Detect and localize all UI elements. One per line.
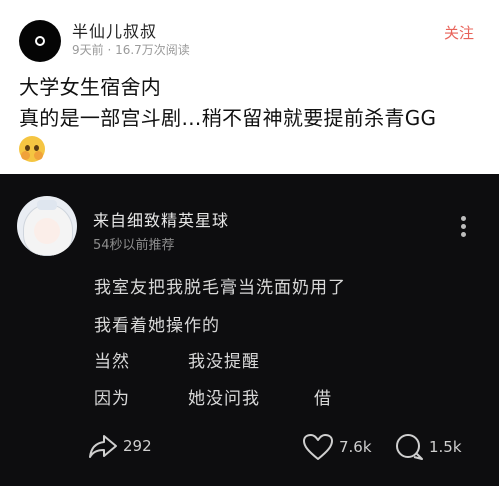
share-icon (89, 435, 117, 458)
comment-segment: 我没提醒 (188, 352, 260, 372)
comment-segment: 当然 (94, 352, 130, 372)
comment-segment: 因为 (94, 389, 130, 409)
heart-icon (303, 434, 333, 460)
comment-line: 我看着她操作的 (94, 316, 220, 336)
comment-meta: 54秒以前推荐 (93, 238, 175, 253)
reply-button[interactable]: 1.5k (394, 433, 462, 461)
like-button[interactable]: 7.6k (302, 433, 372, 461)
post-text: 大学女生宿舍内 真的是一部宫斗剧…稍不留神就要提前杀青GG (19, 72, 489, 134)
share-button[interactable]: 292 (88, 433, 152, 459)
commenter-name[interactable]: 来自细致精英星球 (93, 207, 229, 231)
post-meta: 9天前 · 16.7万次阅读 (72, 43, 190, 57)
more-vertical-icon[interactable] (456, 214, 472, 240)
share-count: 292 (123, 437, 152, 455)
author-name[interactable]: 半仙儿叔叔 (72, 18, 157, 42)
comment-segment: 借 (314, 389, 332, 409)
post-line: 真的是一部宫斗剧…稍不留神就要提前杀青GG (19, 106, 437, 130)
comment-line: 我室友把我脱毛膏当洗面奶用了 (94, 278, 346, 298)
comment-line: 当然 我没提醒 (94, 347, 260, 372)
commenter-avatar[interactable] (17, 196, 77, 256)
post-line: 大学女生宿舍内 (19, 75, 162, 99)
like-count: 7.6k (339, 438, 372, 456)
comment-card: 来自细致精英星球 54秒以前推荐 我室友把我脱毛膏当洗面奶用了 我看着她操作的 … (0, 174, 499, 486)
comment-icon (396, 434, 423, 460)
post-card: 半仙儿叔叔 9天前 · 16.7万次阅读 关注 大学女生宿舍内 真的是一部宫斗剧… (0, 0, 499, 174)
comment-actions: 292 7.6k 1.5k (0, 427, 499, 467)
pleading-emoji-icon (19, 136, 45, 162)
reply-count: 1.5k (429, 438, 462, 456)
comment-line: 因为 她没问我 借 (94, 384, 332, 409)
comment-segment: 她没问我 (188, 389, 260, 409)
author-avatar[interactable] (19, 20, 61, 62)
follow-button[interactable]: 关注 (444, 22, 474, 43)
